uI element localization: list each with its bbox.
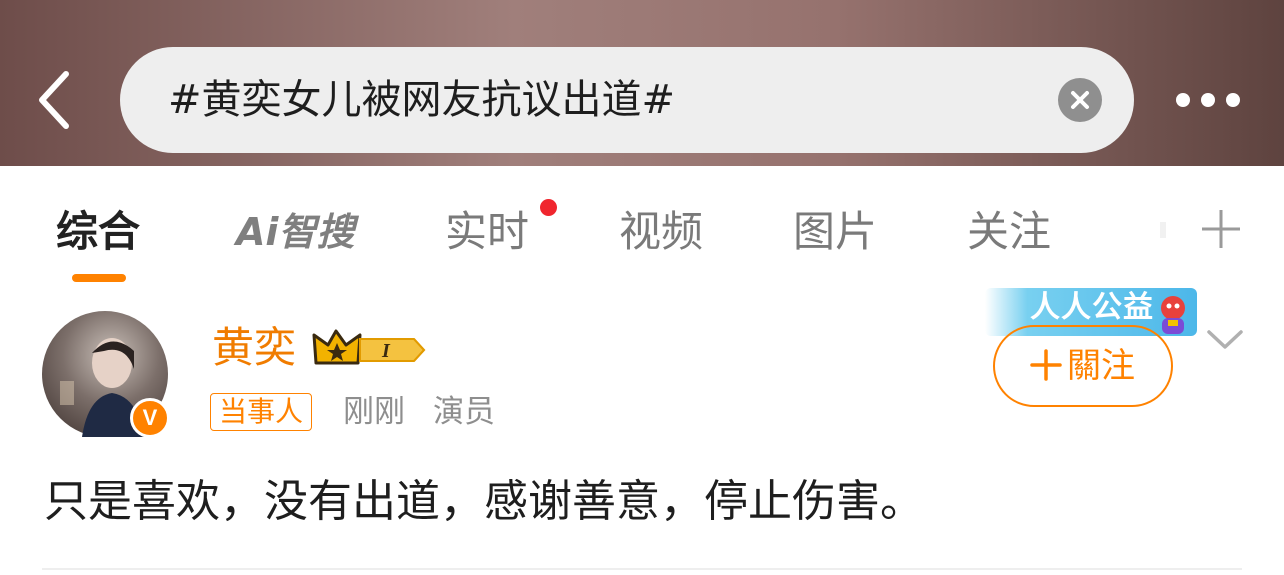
username[interactable]: 黄奕 xyxy=(212,318,296,378)
clear-icon xyxy=(1071,91,1089,109)
tab-video[interactable]: 视频 xyxy=(619,202,703,262)
follow-button[interactable]: 關注 xyxy=(993,325,1173,407)
search-input[interactable]: #黄奕女儿被网友抗议出道# xyxy=(120,47,1134,153)
tab-following[interactable]: 关注 xyxy=(967,202,1051,262)
clear-button[interactable] xyxy=(1058,78,1102,122)
search-header: #黄奕女儿被网友抗议出道# xyxy=(0,0,1284,166)
add-icon xyxy=(1202,210,1240,248)
divider xyxy=(42,568,1242,570)
tab-realtime[interactable]: 实时 xyxy=(445,202,529,262)
plus-icon xyxy=(1030,349,1062,381)
status-badge: 当事人 xyxy=(210,393,313,431)
active-tab-indicator xyxy=(72,274,126,282)
crown-icon: I xyxy=(312,329,426,365)
tab-comprehensive[interactable]: 综合 xyxy=(56,202,140,262)
user-role: 演员 xyxy=(433,394,495,430)
search-query-text: #黄奕女儿被网友抗议出道# xyxy=(168,77,676,123)
charity-banner-text: 人人公益 xyxy=(1030,290,1154,325)
back-arrow-icon xyxy=(39,71,69,129)
tab-bar: 综合 Ai智搜 实时 视频 图片 关注 xyxy=(0,166,1284,286)
more-button[interactable] xyxy=(1170,80,1246,120)
post-time: 刚刚 xyxy=(343,394,405,430)
verified-icon: V xyxy=(130,398,170,438)
post-menu-button[interactable] xyxy=(1200,322,1250,358)
notification-dot xyxy=(540,199,557,216)
tab-ai-search[interactable]: Ai智搜 xyxy=(236,202,354,262)
mascot-icon xyxy=(1161,296,1185,334)
back-button[interactable] xyxy=(28,62,88,138)
follow-button-label: 關注 xyxy=(1067,346,1135,386)
tab-images[interactable]: 图片 xyxy=(793,202,877,262)
level-badge-text: I xyxy=(381,340,391,362)
post-content: 只是喜欢，没有出道，感谢善意，停止伤害。 xyxy=(44,476,924,527)
add-tab-button[interactable] xyxy=(1198,206,1244,252)
chevron-down-icon xyxy=(1207,330,1243,349)
tab-scroll-fade xyxy=(1160,222,1166,238)
